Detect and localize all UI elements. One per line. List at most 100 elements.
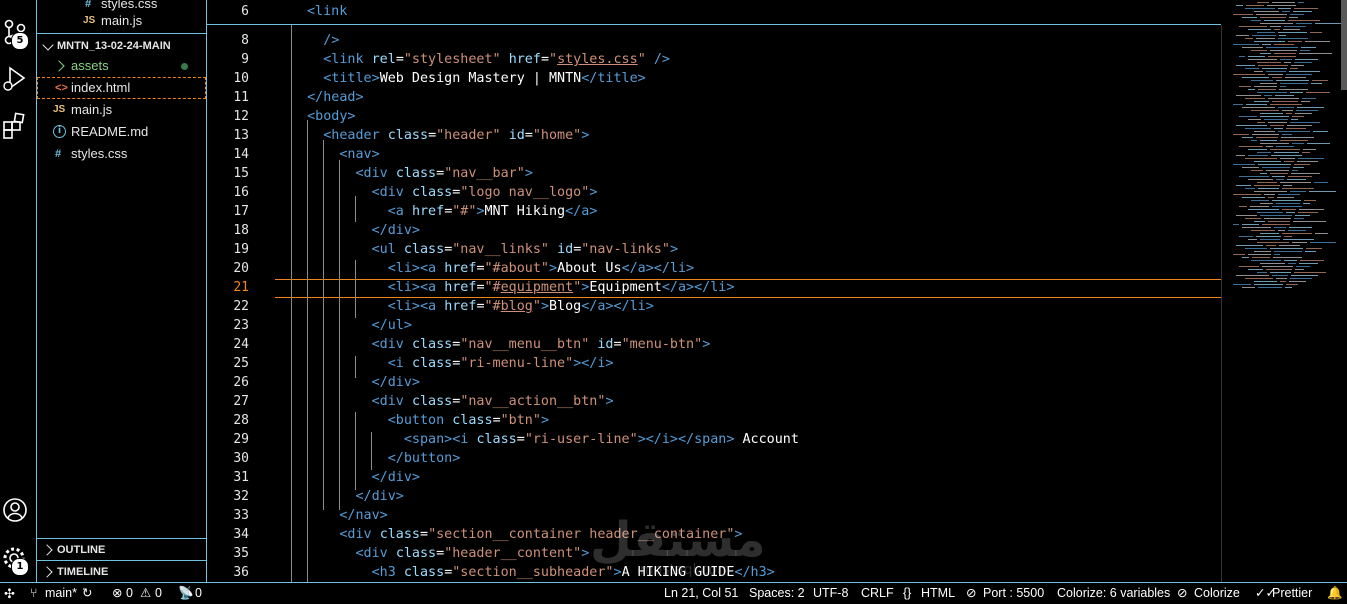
run-debug-icon[interactable] [2,64,30,92]
line-number: 13 [233,128,249,143]
line-number: 20 [233,261,249,276]
code-line[interactable]: <header class="header" id="home"> [291,128,589,143]
line-number: 32 [233,489,249,504]
prettier-status[interactable]: Prettier [1272,583,1312,604]
chevron-right-icon [53,60,65,72]
encoding[interactable]: UTF-8 [813,583,848,604]
sync-icon[interactable]: ↻ [82,583,92,604]
file-label: README.md [71,124,149,139]
line-number: 29 [233,432,249,447]
minimap-divider [1221,25,1222,582]
indent-guide [355,260,356,318]
code-line[interactable]: </div> [291,223,420,238]
file-label: styles.css [71,146,128,161]
code-line[interactable]: <span><i class="ri-user-line"></i></span… [291,432,799,447]
code-line[interactable]: </head> [291,90,363,105]
colorize-variables[interactable]: Colorize: 6 variables [1057,583,1170,604]
folder-label: assets [71,58,109,73]
line-number: 12 [233,109,249,124]
chevron-down-icon [42,39,54,51]
file-item-main-js-top[interactable]: JS main.js [37,10,206,32]
code-line[interactable]: <link rel="stylesheet" href="styles.css"… [291,52,670,67]
file-item-main-js[interactable]: JS main.js [37,99,206,121]
ports-icon: 📡 [178,586,194,600]
line-number: 23 [233,318,249,333]
line-number: 33 [233,508,249,523]
language-mode[interactable]: HTML [921,583,955,604]
sticky-scroll-divider [207,24,1221,25]
error-count[interactable]: 0 [126,583,133,604]
indent-guide [355,412,356,490]
outline-section[interactable]: OUTLINE [37,539,206,561]
folder-name: MNTN_13-02-24-MAIN [57,40,171,52]
language-icon: {} [903,586,912,600]
line-number: 22 [233,299,249,314]
explorer-sidebar: # styles.css JS main.js MNTN_13-02-24-MA… [37,0,207,582]
watermark-logo: مستقل [590,512,766,568]
code-line[interactable]: <li><a href="#about">About Us</a></li> [291,261,694,276]
code-line[interactable]: <div class="nav__menu__btn" id="menu-btn… [291,337,711,352]
code-line[interactable]: <div class="header__content"> [291,546,590,561]
folder-item-assets[interactable]: assets [37,55,206,77]
js-file-icon: JS [53,104,66,115]
code-line[interactable]: </button> [291,451,461,466]
code-line[interactable]: <title>Web Design Mastery | MNTN</title> [291,71,645,86]
code-line[interactable]: <a href="#">MNT Hiking</a> [291,204,598,219]
line-number: 9 [241,52,249,67]
file-item-styles-css[interactable]: # styles.css [37,143,206,165]
outline-label: OUTLINE [57,544,106,556]
colorize-icon: ⊘ [1177,586,1188,600]
warning-count[interactable]: 0 [155,583,162,604]
line-number: 35 [233,546,249,561]
code-line[interactable]: /> [291,33,339,48]
line-number: 17 [233,204,249,219]
extensions-icon[interactable] [2,112,30,140]
line-ending[interactable]: CRLF [861,583,894,604]
line-number: 34 [233,527,249,542]
code-line[interactable]: </ul> [291,318,412,333]
line-number: 19 [233,242,249,257]
timeline-label: TIMELINE [57,566,109,578]
line-number: 16 [233,185,249,200]
colorize-toggle[interactable]: Colorize [1194,583,1240,604]
minimap[interactable] [1231,0,1342,300]
scrollbar-thumb[interactable] [1341,0,1347,90]
info-icon: i [53,125,66,138]
line-number: 14 [233,147,249,162]
code-line[interactable]: <button class="btn"> [291,413,549,428]
timeline-section[interactable]: TIMELINE [37,561,206,583]
indent-guide [339,160,340,510]
code-line[interactable]: <li><a href="#blog">Blog</a></li> [291,299,654,314]
live-server-port[interactable]: Port : 5500 [983,583,1044,604]
line-number: 15 [233,166,249,181]
code-line[interactable]: <nav> [291,147,379,162]
folder-header[interactable]: MNTN_13-02-24-MAIN [37,35,206,57]
code-line[interactable]: <div class="logo nav__logo"> [291,185,598,200]
file-label: index.html [71,80,131,95]
indentation[interactable]: Spaces: 2 [749,583,805,604]
ports-count[interactable]: 0 [195,583,202,604]
account-icon[interactable] [2,496,30,524]
code-editor[interactable]: 6 <link 8 /> 9 <link rel="stylesheet" href=… [207,0,1347,582]
file-item-index-html[interactable]: <> index.html [37,77,206,99]
notifications-bell-icon[interactable]: 🔔 [1327,583,1343,604]
file-item-readme[interactable]: i README.md [37,121,206,143]
line-number: 31 [233,470,249,485]
line-number: 26 [233,375,249,390]
branch-icon: ⑂ [30,586,38,600]
branch-name[interactable]: main* [45,583,77,604]
code-line[interactable]: </nav> [291,508,387,523]
folder-divider [37,33,206,34]
manage-badge: 1 [11,558,29,576]
cursor-position[interactable]: Ln 21, Col 51 [664,583,738,604]
code-line[interactable]: <div class="nav__bar"> [291,166,533,181]
indent-guide [371,432,372,470]
code-line[interactable]: <body> [291,109,355,124]
code-line[interactable]: <li><a href="#equipment">Equipment</a></… [291,280,735,295]
status-bar: ✣ ⑂ main* ↻ ⊗ 0 ⚠ 0 📡 0 Ln 21, Col 51 Sp… [0,582,1347,604]
code-line[interactable]: <ul class="nav__links" id="nav-links"> [291,242,678,257]
line-number: 8 [241,33,249,48]
remote-icon[interactable]: ✣ [4,583,15,604]
watermark-subtext: mostaql.com [640,562,731,578]
sticky-code-line[interactable]: <link [307,4,347,19]
